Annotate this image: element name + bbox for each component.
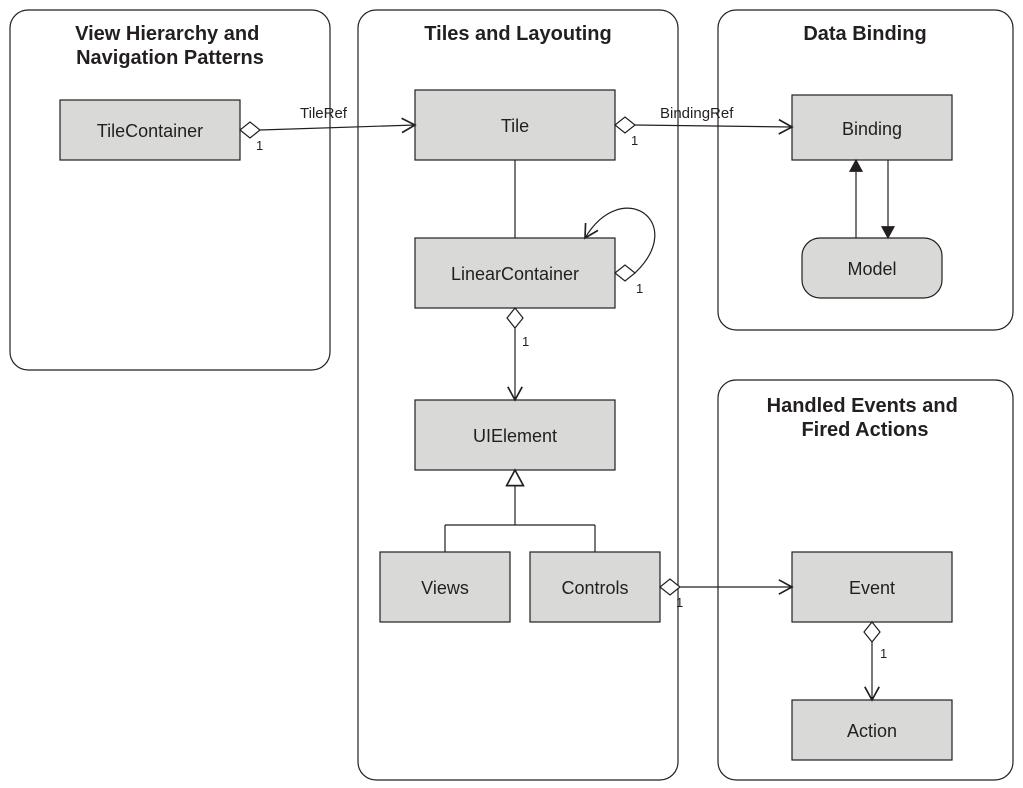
edge-linear-uielement: 1 (507, 308, 529, 400)
edge-bindingref-label: BindingRef (660, 105, 734, 122)
package-tiles-title: Tiles and Layouting (424, 23, 611, 45)
class-binding-label: Binding (842, 119, 902, 139)
class-event-label: Event (849, 578, 895, 598)
edge-linear-uielement-card: 1 (522, 334, 529, 349)
class-action-label: Action (847, 721, 897, 741)
edge-tileref-label: TileRef (300, 105, 348, 122)
edge-tileref-card: 1 (256, 138, 263, 153)
uml-diagram: View Hierarchy and Navigation Patterns T… (0, 0, 1023, 788)
class-views-label: Views (421, 578, 469, 598)
class-tilecontainer-label: TileContainer (97, 121, 203, 141)
edge-controls-event: 1 (660, 579, 792, 610)
edge-event-action: 1 (864, 622, 887, 700)
class-uielement-label: UIElement (473, 426, 557, 446)
class-tile-label: Tile (501, 116, 529, 136)
edge-tileref: TileRef 1 (240, 105, 415, 153)
edge-generalization (445, 470, 595, 552)
edge-binding-model (856, 160, 888, 238)
package-binding-title: Data Binding (803, 23, 926, 45)
package-viewnav-title: View Hierarchy and Navigation Patterns (75, 23, 265, 69)
package-events-title: Handled Events and Fired Actions (767, 395, 964, 441)
edge-event-action-card: 1 (880, 646, 887, 661)
edge-controls-event-card: 1 (676, 595, 683, 610)
edge-bindingref: BindingRef 1 (615, 105, 792, 148)
class-linearcontainer-label: LinearContainer (451, 264, 579, 284)
class-controls-label: Controls (561, 578, 628, 598)
edge-bindingref-card: 1 (631, 133, 638, 148)
edge-linear-self-card: 1 (636, 281, 643, 296)
class-model-label: Model (847, 259, 896, 279)
